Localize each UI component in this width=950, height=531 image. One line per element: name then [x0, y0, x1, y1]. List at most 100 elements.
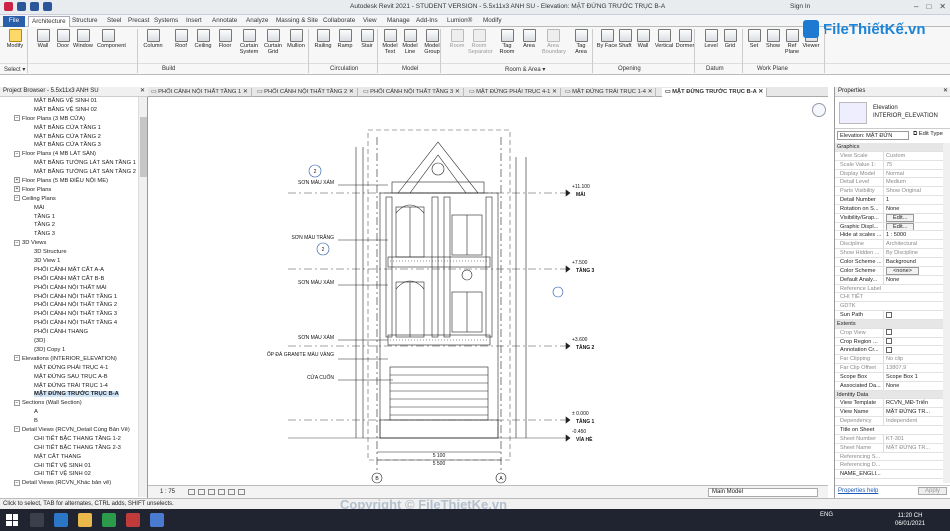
property-value[interactable]: Architectural: [883, 240, 941, 249]
tool-dormer[interactable]: Dormer: [674, 29, 696, 49]
tool-ramp[interactable]: Ramp: [334, 29, 356, 49]
property-value[interactable]: [883, 346, 941, 355]
property-checkbox[interactable]: [886, 338, 892, 345]
property-value[interactable]: Show Original: [883, 187, 941, 196]
view-tab[interactable]: ▭ MẶT ĐỨNG PHẢI TRỤC 4-1 ✕: [466, 88, 561, 97]
browser-view-item[interactable]: PHỐI CẢNH THANG: [0, 328, 138, 337]
word-icon[interactable]: [150, 513, 164, 527]
property-value[interactable]: Scope Box 1: [883, 372, 941, 381]
search-icon[interactable]: [30, 513, 44, 527]
property-row[interactable]: Color Scheme <none>: [835, 266, 943, 276]
expand-toggle-icon[interactable]: −: [14, 115, 20, 122]
browser-view-item[interactable]: MẶT ĐỨNG TRÁI TRỤC 1-4: [0, 382, 138, 391]
tool-mullion[interactable]: Mullion: [285, 29, 307, 49]
expand-toggle-icon[interactable]: −: [14, 150, 20, 157]
property-checkbox[interactable]: [886, 329, 892, 336]
property-value[interactable]: Medium: [883, 178, 941, 187]
view-tab[interactable]: ▭ MẶT ĐỨNG TRƯỚC TRỤC B-A ✕: [662, 88, 768, 97]
property-row[interactable]: Crop View: [835, 328, 943, 338]
tool-door[interactable]: Door: [52, 29, 74, 49]
panel-label[interactable]: Circulation: [330, 66, 358, 72]
panel-label[interactable]: Opening: [618, 66, 641, 72]
browser-scrollbar[interactable]: [138, 97, 147, 497]
browser-view-item[interactable]: PHỐI CẢNH NỘI THẤT TẦNG 2: [0, 301, 138, 310]
browser-view-item[interactable]: MÁI: [0, 204, 138, 213]
property-value[interactable]: Edit...: [883, 213, 941, 222]
crop-view-icon[interactable]: [228, 489, 235, 495]
panel-label[interactable]: Model: [402, 66, 418, 72]
tool-component[interactable]: Component: [97, 29, 126, 49]
close-icon[interactable]: ✕: [550, 89, 557, 95]
browser-category[interactable]: − Sections (Wall Section): [0, 399, 138, 408]
property-row[interactable]: Scale Value 1: 75: [835, 160, 943, 170]
instance-filter-select[interactable]: Elevation: MẶT ĐỨN: [837, 131, 909, 140]
property-row[interactable]: Parts Visibility Show Original: [835, 187, 943, 197]
edit-type-button[interactable]: ⧉ Edit Type: [913, 131, 943, 138]
browser-category[interactable]: − Detail Views (RCVN_Detail Cùng Bản Vẽ): [0, 426, 138, 435]
ribbon-tab-insert[interactable]: Insert: [183, 16, 205, 27]
chrome-icon[interactable]: [102, 513, 116, 527]
property-row[interactable]: Far Clip Offset 13807,9: [835, 364, 943, 373]
property-value[interactable]: None: [883, 275, 941, 284]
tool-area[interactable]: Area: [518, 29, 540, 49]
property-row[interactable]: CHI TIẾT: [835, 293, 943, 303]
property-row[interactable]: Referencing D...: [835, 461, 943, 471]
browser-view-item[interactable]: CHI TIẾT BẬC THANG TẦNG 2-3: [0, 444, 138, 453]
property-value[interactable]: RCVN_MĐ-Triển: [883, 399, 941, 408]
browser-view-item[interactable]: MẶT BẰNG CỬA TẦNG 2: [0, 133, 138, 142]
expand-toggle-icon[interactable]: +: [14, 177, 20, 184]
panel-label[interactable]: Select ▾: [4, 66, 25, 73]
tool-floor[interactable]: Floor: [214, 29, 236, 49]
property-row[interactable]: Far Clipping No clip: [835, 355, 943, 365]
property-value[interactable]: 75: [883, 160, 941, 169]
browser-view-item[interactable]: PHỐI CẢNH NỘI THẤT TẦNG 4: [0, 319, 138, 328]
property-value[interactable]: KT-301: [883, 434, 941, 443]
browser-view-item[interactable]: {3D} Copy 1: [0, 346, 138, 355]
ribbon-tab-lumion-[interactable]: Lumion®: [444, 16, 475, 27]
browser-view-item[interactable]: A: [0, 408, 138, 417]
browser-category[interactable]: − Floor Plans (3 MB CỬA): [0, 115, 138, 124]
tool-roof[interactable]: Roof: [170, 29, 192, 49]
revit-app-icon[interactable]: [126, 513, 140, 527]
property-value[interactable]: [883, 311, 941, 319]
ribbon-tab-analyze[interactable]: Analyze: [243, 16, 271, 27]
save-icon[interactable]: [30, 2, 39, 11]
tool-railing[interactable]: Railing: [312, 29, 334, 49]
tool-tag-area[interactable]: Tag Area: [570, 29, 592, 55]
view-tab[interactable]: ▭ PHỐI CẢNH NỘI THẤT TẦNG 2 ✕: [254, 88, 358, 97]
property-checkbox[interactable]: [886, 346, 892, 353]
property-row[interactable]: Associated Da... None: [835, 381, 943, 391]
taskbar-clock[interactable]: 11:20 CH 06/01/2021: [895, 512, 925, 528]
browser-view-item[interactable]: MẶT CẮT THANG: [0, 453, 138, 462]
ribbon-tab-file[interactable]: File: [3, 16, 25, 27]
panel-label[interactable]: Build: [162, 66, 175, 72]
property-row[interactable]: Detail Number 1: [835, 196, 943, 205]
tool-vertical[interactable]: Vertical: [653, 29, 675, 49]
quick-access-toolbar[interactable]: [4, 2, 52, 11]
input-language[interactable]: ENG: [820, 512, 833, 518]
browser-view-item[interactable]: 3D Structure: [0, 248, 138, 257]
property-value[interactable]: Custom: [883, 151, 941, 160]
browser-view-item[interactable]: MẶT BẰNG CỬA TẦNG 3: [0, 141, 138, 150]
ribbon-tab-annotate[interactable]: Annotate: [209, 16, 240, 27]
tool-room[interactable]: Room: [446, 29, 468, 49]
tool-window[interactable]: Window: [72, 29, 94, 49]
panel-label[interactable]: Room & Area ▾: [505, 66, 545, 73]
expand-toggle-icon[interactable]: −: [14, 399, 20, 406]
ribbon-tab-precast[interactable]: Precast: [125, 16, 152, 27]
browser-view-item[interactable]: PHỐI CẢNH NỘI THẤT TẦNG 1: [0, 293, 138, 302]
property-row[interactable]: Sun Path: [835, 311, 943, 320]
tool-curtain-system[interactable]: Curtain System: [238, 29, 260, 55]
browser-view-item[interactable]: CHI TIẾT VỆ SINH 01: [0, 462, 138, 471]
browser-view-item[interactable]: PHỐI CẢNH MẶT CẮT B-B: [0, 275, 138, 284]
property-value[interactable]: Normal: [883, 169, 941, 178]
tool-model-line[interactable]: Model Line: [399, 29, 421, 55]
hide-isolate-icon[interactable]: [238, 489, 245, 495]
tool-ceiling[interactable]: Ceiling: [192, 29, 214, 49]
view-tab[interactable]: ▭ PHỐI CẢNH NỘI THẤT TẦNG 1 ✕: [148, 88, 252, 97]
property-row[interactable]: View Scale Custom: [835, 151, 943, 161]
property-value[interactable]: 13807,9: [883, 364, 941, 372]
panel-label[interactable]: Work Plane: [757, 66, 788, 72]
property-row[interactable]: Discipline Architectural: [835, 240, 943, 250]
close-icon[interactable]: ✕: [140, 87, 145, 94]
